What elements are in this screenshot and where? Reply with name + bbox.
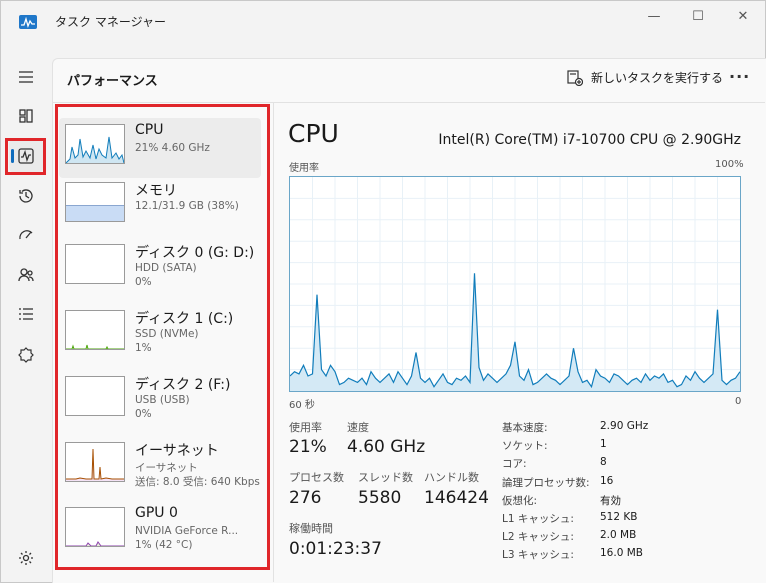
services-icon <box>18 347 34 363</box>
app-history-icon <box>19 189 33 203</box>
handles-value: 146424 <box>424 488 489 508</box>
minimize-button[interactable]: — <box>640 7 668 27</box>
handles-label: ハンドル数 <box>424 471 479 484</box>
nav-app-history[interactable] <box>9 180 43 212</box>
details-icon <box>19 308 33 320</box>
device-list-highlight-box <box>55 104 270 570</box>
spec-value: 16.0 MB <box>600 547 643 560</box>
graph-label: 使用率 <box>289 163 319 174</box>
spec-label: 基本速度: <box>502 422 548 434</box>
maximize-button[interactable]: ☐ <box>684 7 712 27</box>
run-new-task-button[interactable]: 新しいタスクを実行する <box>567 69 723 86</box>
spec-label: コア: <box>502 458 527 471</box>
spec-label: 論理プロセッサ数: <box>502 476 590 489</box>
spec-value: 1 <box>600 438 607 451</box>
spec-value: 有効 <box>600 494 621 507</box>
cpu-usage-graph <box>289 176 741 392</box>
spec-value: 512 KB <box>600 511 638 523</box>
users-icon <box>18 268 34 282</box>
nav-services[interactable] <box>9 339 43 371</box>
usage-label: 使用率 <box>289 421 322 434</box>
processes-label: プロセス数 <box>289 471 344 484</box>
spec-value: 2.90 GHz <box>600 420 649 432</box>
list-divider <box>273 103 274 582</box>
task-manager-window: タスク マネージャー — ☐ ✕ パフォーマンス 新しいタスクを実行する ··· <box>0 0 766 583</box>
spec-label: L1 キャッシュ: <box>502 513 574 525</box>
performance-highlight-box <box>5 138 46 175</box>
new-task-icon <box>567 69 583 86</box>
graph-max-label: 100% <box>715 159 744 170</box>
more-options-button[interactable]: ··· <box>729 67 750 86</box>
usage-value: 21% <box>289 437 327 457</box>
nav-processes[interactable] <box>9 100 43 132</box>
graph-time-label: 60 秒 <box>289 400 315 411</box>
spec-label: L2 キャッシュ: <box>502 531 574 544</box>
settings-icon <box>19 551 33 565</box>
nav-details[interactable] <box>9 298 43 330</box>
nav-settings[interactable] <box>9 542 43 574</box>
spec-value: 16 <box>600 474 614 487</box>
threads-label: スレッド数 <box>358 471 413 484</box>
spec-label: L3 キャッシュ: <box>502 549 574 562</box>
nav-startup-apps[interactable] <box>9 219 43 251</box>
spec-label: 仮想化: <box>502 494 538 507</box>
nav-users[interactable] <box>9 259 43 291</box>
processes-value: 276 <box>289 488 322 508</box>
uptime-label: 稼働時間 <box>289 522 333 535</box>
cpu-usage-chart <box>289 177 741 391</box>
spec-value: 8 <box>600 456 607 469</box>
hamburger-menu-icon <box>19 71 33 83</box>
processes-icon <box>19 109 33 123</box>
detail-title: CPU <box>288 119 339 148</box>
speed-value: 4.60 GHz <box>347 437 426 457</box>
hamburger-menu-button[interactable] <box>9 61 43 93</box>
page-title: パフォーマンス <box>67 74 158 89</box>
uptime-value: 0:01:23:37 <box>289 539 382 559</box>
task-manager-app-icon <box>19 15 37 29</box>
startup-apps-icon <box>19 230 33 240</box>
title-bar: タスク マネージャー — ☐ ✕ <box>1 1 765 41</box>
threads-value: 5580 <box>358 488 402 508</box>
window-title: タスク マネージャー <box>55 15 166 29</box>
close-button[interactable]: ✕ <box>729 7 757 27</box>
cpu-model: Intel(R) Core(TM) i7-10700 CPU @ 2.90GHz <box>438 132 741 148</box>
graph-min-label: 0 <box>735 396 742 407</box>
header-divider <box>53 102 765 103</box>
run-new-task-label: 新しいタスクを実行する <box>591 71 724 85</box>
speed-label: 速度 <box>347 421 369 434</box>
spec-value: 2.0 MB <box>600 529 637 542</box>
spec-label: ソケット: <box>502 440 548 453</box>
